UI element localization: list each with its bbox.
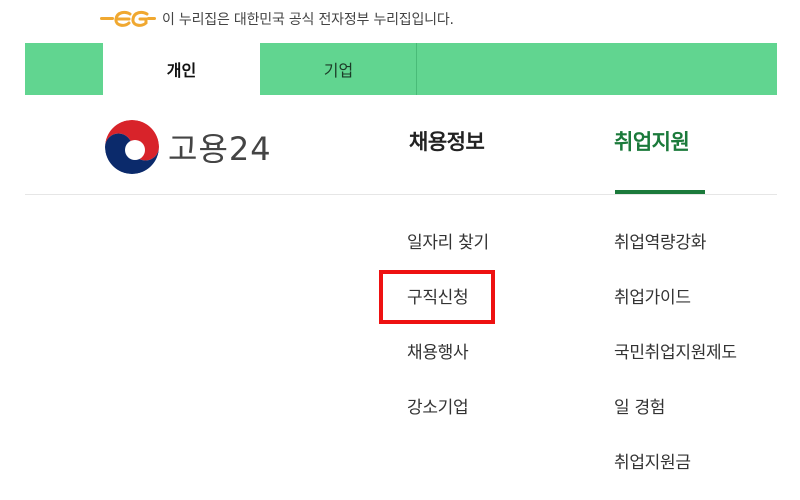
- nav-employment-support[interactable]: 취업지원: [614, 126, 690, 156]
- submenu-item-strong-small-business[interactable]: 강소기업: [407, 395, 489, 450]
- gov-official-banner: 이 누리집은 대한민국 공식 전자정부 누리집입니다.: [100, 6, 454, 32]
- submenu-employment-support: 취업역량강화 취업가이드 국민취업지원제도 일 경험 취업지원금: [614, 230, 737, 500]
- submenu-item-job-search[interactable]: 일자리 찾기: [407, 230, 489, 285]
- submenu-item-guide[interactable]: 취업가이드: [614, 285, 737, 340]
- tab-personal[interactable]: 개인: [103, 43, 260, 95]
- user-type-tab-bar: 개인 기업: [25, 43, 777, 95]
- logo-text: 고용24: [168, 130, 272, 168]
- tab-divider: [416, 43, 417, 95]
- nav-recruitment-info[interactable]: 채용정보: [409, 126, 485, 156]
- taegeuk-icon: [105, 120, 159, 174]
- submenu-item-capability[interactable]: 취업역량강화: [614, 230, 737, 285]
- tab-business[interactable]: 기업: [260, 43, 417, 95]
- site-logo[interactable]: 고용24: [104, 119, 272, 175]
- submenu-recruitment-info: 일자리 찾기 구직신청 채용행사 강소기업: [407, 230, 489, 450]
- submenu-item-subsidy[interactable]: 취업지원금: [614, 450, 737, 500]
- gov-banner-text: 이 누리집은 대한민국 공식 전자정부 누리집입니다.: [162, 12, 454, 28]
- submenu-item-hiring-events[interactable]: 채용행사: [407, 340, 489, 395]
- header-divider: [25, 194, 777, 195]
- submenu-item-work-experience[interactable]: 일 경험: [614, 395, 737, 450]
- eg-icon: [100, 10, 156, 27]
- submenu-item-job-application[interactable]: 구직신청: [407, 285, 489, 340]
- submenu-item-national-program[interactable]: 국민취업지원제도: [614, 340, 737, 395]
